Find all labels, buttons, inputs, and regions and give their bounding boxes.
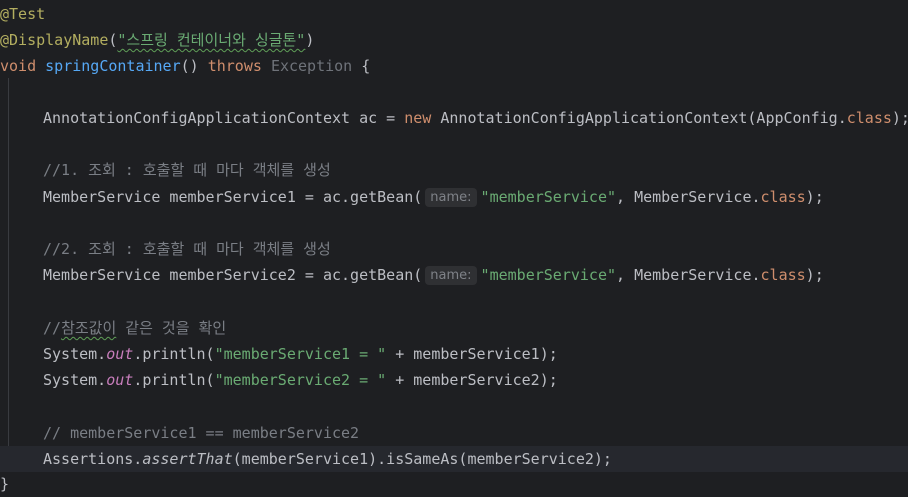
system-class: System. bbox=[43, 371, 107, 389]
code-line-14[interactable]: System.out.println("memberService1 = " +… bbox=[0, 341, 908, 367]
member-service2-declaration: MemberService memberService2 = ac.getBea… bbox=[43, 266, 423, 284]
throws-keyword: throws bbox=[207, 57, 262, 75]
exception-type: Exception bbox=[270, 57, 353, 75]
parameter-hint: name: bbox=[425, 188, 477, 207]
comment-typo-word: 참조값이 bbox=[61, 319, 117, 337]
statement-end: ); bbox=[805, 266, 824, 284]
assert-that-method: assertThat bbox=[142, 450, 233, 468]
member-service1-declaration: MemberService memberService1 = ac.getBea… bbox=[43, 188, 423, 206]
out-field: out bbox=[106, 371, 134, 389]
class-keyword: class bbox=[846, 109, 892, 127]
code-editor[interactable]: @Test @DisplayName("스프링 컨테이너와 싱글톤") void… bbox=[0, 0, 908, 496]
code-line-19[interactable]: } bbox=[0, 471, 908, 497]
open-brace: { bbox=[361, 57, 371, 75]
parameter-hint: name: bbox=[425, 266, 477, 285]
statement-end: ); bbox=[891, 109, 908, 127]
out-field: out bbox=[106, 345, 134, 363]
code-line-1[interactable]: @Test bbox=[0, 1, 908, 27]
code-line-10[interactable]: //2. 조회 : 호출할 때 마다 객체를 생성 bbox=[0, 236, 908, 262]
comment-rest: 같은 것을 확인 bbox=[116, 319, 227, 337]
code-line-3[interactable]: void springContainer() throws Exception … bbox=[0, 53, 908, 79]
comment-compare: // memberService1 == memberService2 bbox=[43, 424, 360, 442]
comment-lookup-1: //1. 조회 : 호출할 때 마다 객체를 생성 bbox=[43, 161, 331, 179]
bean-name-string: "memberService" bbox=[480, 266, 617, 284]
get-bean-args: , MemberService. bbox=[616, 266, 761, 284]
display-name-string: "스프링 컨테이너와 싱글톤" bbox=[117, 31, 306, 49]
code-line-17[interactable]: // memberService1 == memberService2 bbox=[0, 420, 908, 446]
assertions-class: Assertions. bbox=[43, 450, 143, 468]
class-keyword: class bbox=[760, 188, 806, 206]
new-keyword: new bbox=[404, 109, 432, 127]
bean-name-string: "memberService" bbox=[480, 188, 617, 206]
paren-close: ) bbox=[305, 31, 315, 49]
class-keyword: class bbox=[760, 266, 806, 284]
context-declaration: AnnotationConfigApplicationContext ac = bbox=[43, 109, 405, 127]
println-call: .println( bbox=[133, 345, 215, 363]
test-annotation: @Test bbox=[0, 5, 46, 23]
code-line-11[interactable]: MemberService memberService2 = ac.getBea… bbox=[0, 262, 908, 288]
code-line-8[interactable]: MemberService memberService1 = ac.getBea… bbox=[0, 184, 908, 210]
code-line-2[interactable]: @DisplayName("스프링 컨테이너와 싱글톤") bbox=[0, 27, 908, 53]
code-line-5[interactable]: AnnotationConfigApplicationContext ac = … bbox=[0, 105, 908, 131]
code-line-15[interactable]: System.out.println("memberService2 = " +… bbox=[0, 367, 908, 393]
display-name-annotation: @DisplayName bbox=[0, 31, 109, 49]
method-name: springContainer bbox=[45, 57, 181, 75]
comment-lookup-2: //2. 조회 : 호출할 때 마다 객체를 생성 bbox=[43, 240, 331, 258]
code-line-13[interactable]: //참조값이 같은 것을 확인 bbox=[0, 315, 908, 341]
assertion-args: (memberService1).isSameAs(memberService2… bbox=[232, 450, 612, 468]
print-args: + memberService2); bbox=[386, 371, 558, 389]
close-brace: } bbox=[0, 475, 10, 493]
print-string: "memberService1 = " bbox=[214, 345, 387, 363]
void-keyword: void bbox=[0, 57, 37, 75]
method-parens: () bbox=[180, 57, 199, 75]
println-call: .println( bbox=[133, 371, 215, 389]
print-args: + memberService1); bbox=[386, 345, 558, 363]
system-class: System. bbox=[43, 345, 107, 363]
get-bean-args: , MemberService. bbox=[616, 188, 761, 206]
comment-slashes: // bbox=[43, 319, 62, 337]
context-constructor: AnnotationConfigApplicationContext(AppCo… bbox=[431, 109, 847, 127]
statement-end: ); bbox=[805, 188, 824, 206]
code-line-7[interactable]: //1. 조회 : 호출할 때 마다 객체를 생성 bbox=[0, 157, 908, 183]
print-string: "memberService2 = " bbox=[214, 371, 387, 389]
code-line-18-current[interactable]: Assertions.assertThat(memberService1).is… bbox=[0, 446, 908, 472]
